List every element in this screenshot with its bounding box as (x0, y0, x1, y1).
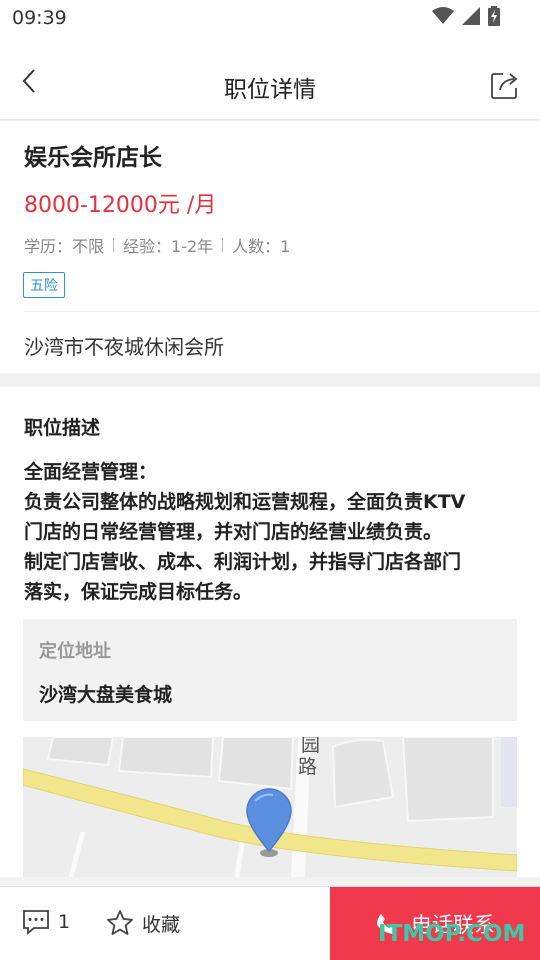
comment-icon (23, 910, 49, 935)
education-requirement: 学历：不限 (24, 237, 105, 256)
job-title: 娱乐会所店长 (24, 145, 162, 171)
description-line: 制定门店营收、成本、利润计划，并指导门店各部门 (24, 551, 462, 573)
nav-bar: 职位详情 (0, 36, 540, 120)
status-bar: 09:39 (0, 0, 540, 36)
road-label: 路 (298, 756, 317, 778)
road-label: 园 (301, 737, 320, 756)
cellular-signal-icon (462, 7, 480, 29)
watermark: ITMOP.COM (378, 921, 526, 947)
status-icons (424, 6, 500, 30)
favorite-button[interactable]: 收藏 (106, 909, 180, 937)
battery-charging-icon (488, 6, 500, 30)
description-line: 全面经营管理： (24, 461, 158, 483)
divider (24, 311, 540, 312)
description-line: 落实，保证完成目标任务。 (24, 581, 253, 603)
description-line: 负责公司整体的战略规划和运营规程，全面负责KTV (24, 491, 466, 513)
star-icon (107, 910, 133, 935)
location-box: 定位地址 沙湾大盘美食城 (23, 619, 517, 721)
favorite-label: 收藏 (142, 913, 181, 936)
comment-button[interactable]: 1 (22, 909, 70, 935)
headcount: 人数：1 (232, 237, 291, 256)
location-map[interactable]: 园 路 (23, 737, 517, 877)
share-icon (491, 73, 518, 99)
share-button[interactable] (490, 70, 520, 100)
description-text: 全面经营管理： 负责公司整体的战略规划和运营规程，全面负责KTV 门店的日常经营… (24, 457, 524, 607)
company-name[interactable]: 沙湾市不夜城休闲会所 (24, 331, 224, 360)
meta-divider (113, 238, 115, 252)
wifi-icon (432, 7, 454, 29)
section-title: 职位描述 (24, 417, 101, 439)
page-title: 职位详情 (224, 77, 316, 103)
experience-requirement: 经验：1-2年 (123, 237, 214, 256)
description-line: 门店的日常经营管理，并对门店的经营业绩负责。 (24, 521, 443, 543)
meta-divider (222, 238, 224, 252)
job-requirements: 学历：不限 经验：1-2年 人数：1 (24, 233, 290, 257)
job-info-card: 娱乐会所店长 8000-12000元 /月 学历：不限 经验：1-2年 人数：1… (0, 121, 540, 373)
job-salary: 8000-12000元 /月 (24, 193, 217, 218)
location-label: 定位地址 (39, 641, 111, 662)
benefit-tag: 五险 (23, 272, 65, 298)
comment-count: 1 (58, 911, 71, 933)
job-description-card: 职位描述 全面经营管理： 负责公司整体的战略规划和运营规程，全面负责KTV 门店… (0, 387, 540, 877)
status-time: 09:39 (12, 7, 67, 29)
location-address: 沙湾大盘美食城 (39, 684, 173, 706)
